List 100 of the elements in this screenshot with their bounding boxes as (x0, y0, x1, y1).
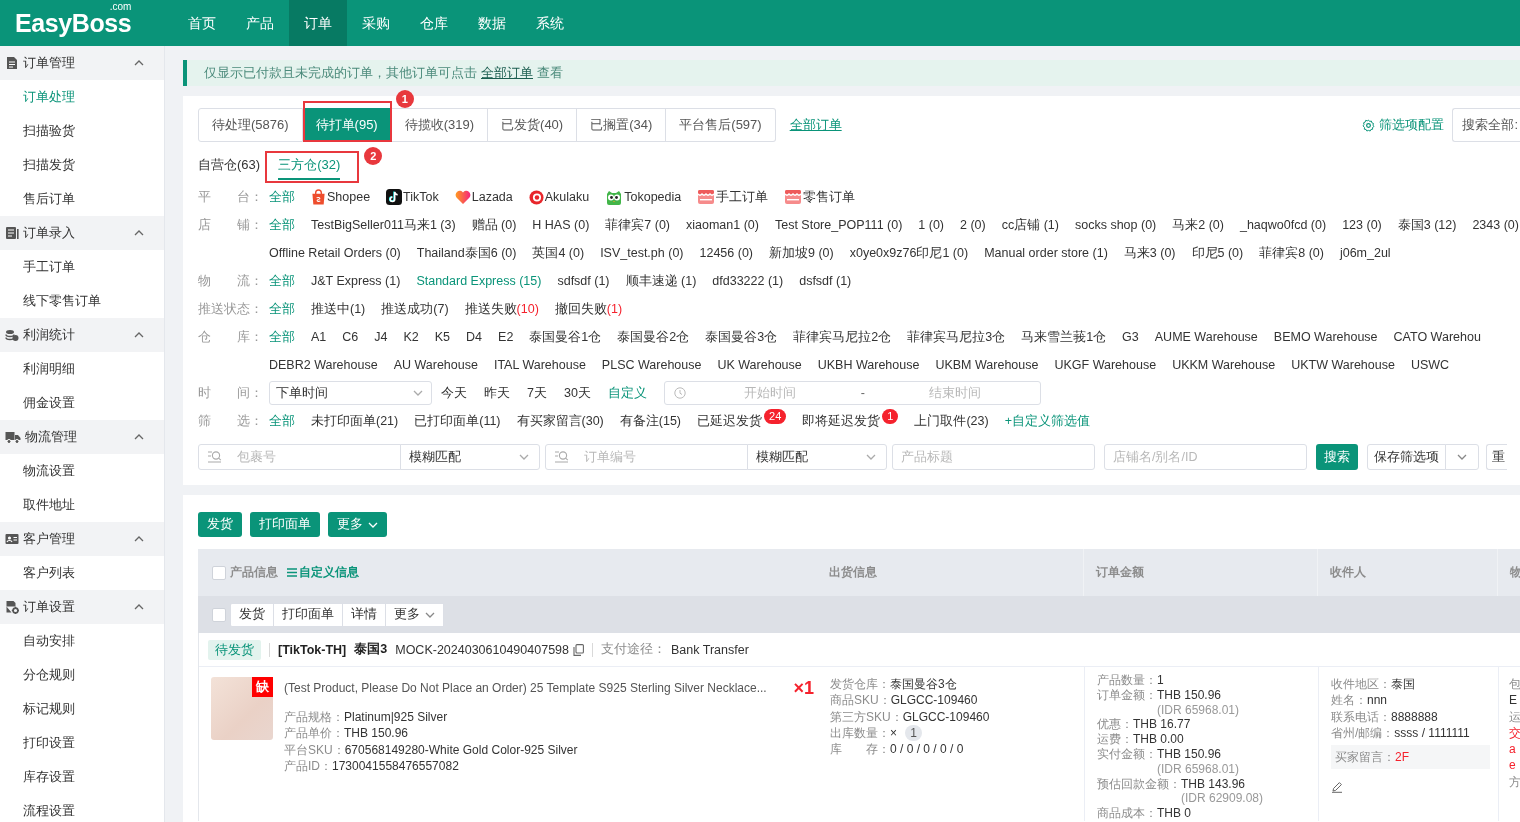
filter-option[interactable]: 12456 (0) (699, 239, 753, 267)
action-button[interactable]: 打印面单 (250, 512, 320, 537)
time-option[interactable]: 30天 (563, 379, 591, 407)
sidebar-item[interactable]: 流程设置 (0, 794, 164, 822)
filter-option[interactable]: 全部 (269, 407, 295, 435)
filter-option[interactable]: 有买家留言(30) (516, 407, 604, 435)
filter-option[interactable]: xiaoman1 (0) (686, 211, 759, 239)
sidebar-item[interactable]: 物流设置 (0, 454, 164, 488)
filter-option[interactable]: ISV_test.ph (0) (600, 239, 684, 267)
platform-option[interactable]: 零售订单 (784, 183, 856, 211)
all-orders-link[interactable]: 全部订单 (789, 116, 842, 134)
filter-option[interactable]: _haqwo0fcd (0) (1239, 211, 1327, 239)
nav-tab[interactable]: 订单 (289, 0, 347, 46)
sidebar-item[interactable]: 分仓规则 (0, 658, 164, 692)
filter-option[interactable]: 新加坡9 (0) (769, 239, 834, 267)
filter-option[interactable]: 马来2 (0) (1172, 211, 1224, 239)
filter-option[interactable]: USWC (1410, 351, 1450, 379)
match-mode-select[interactable]: 模糊匹配 (747, 444, 887, 470)
filter-option[interactable]: 上门取件(23) (914, 407, 989, 435)
filter-option[interactable]: cc店铺 (1) (1001, 211, 1059, 239)
filter-option[interactable]: A1 (311, 323, 327, 351)
filter-option[interactable]: 马来雪兰莪1仓 (1021, 323, 1107, 351)
filter-option[interactable]: 泰国曼谷2仓 (617, 323, 690, 351)
filter-option[interactable]: Standard Express (15) (416, 267, 542, 295)
filter-option[interactable]: PLSC Warehouse (601, 351, 702, 379)
filter-option[interactable]: UK Warehouse (717, 351, 802, 379)
filter-option[interactable]: UKKM Warehouse (1172, 351, 1276, 379)
sidebar-group-header[interactable]: 客户管理 (0, 522, 164, 556)
filter-option[interactable]: 全部 (269, 323, 295, 351)
sidebar-item[interactable]: 线下零售订单 (0, 284, 164, 318)
filter-option[interactable]: G3 (1122, 323, 1139, 351)
filter-option[interactable]: socks shop (0) (1075, 211, 1157, 239)
logo-text[interactable]: EasyBoss (15, 9, 132, 37)
filter-option[interactable]: 马来3 (0) (1123, 239, 1176, 267)
filter-option[interactable]: UKBH Warehouse (817, 351, 920, 379)
action-button[interactable]: 发货 (198, 512, 242, 537)
sidebar-group-header[interactable]: 利润统计 (0, 318, 164, 352)
sidebar-group-header[interactable]: 订单录入 (0, 216, 164, 250)
platform-option[interactable]: Shopee (311, 183, 371, 211)
filter-option[interactable]: DEBR2 Warehouse (269, 351, 378, 379)
sidebar-item[interactable]: 扫描发货 (0, 148, 164, 182)
platform-option[interactable]: TikTok (386, 183, 439, 211)
batch-button[interactable]: 详情 (342, 602, 386, 627)
filter-option[interactable]: 英国4 (0) (532, 239, 585, 267)
warehouse-tab[interactable]: 三方仓(32) (278, 152, 341, 180)
filter-option[interactable]: j06m_2ul (1339, 239, 1391, 267)
filter-option[interactable]: ITAL Warehouse (493, 351, 586, 379)
sidebar-item[interactable]: 订单处理 (0, 80, 164, 114)
nav-tab[interactable]: 数据 (463, 0, 521, 46)
filter-option[interactable]: 菲律宾8 (0) (1259, 239, 1324, 267)
batch-button[interactable]: 发货 (230, 602, 274, 627)
nav-tab[interactable]: 首页 (173, 0, 231, 46)
filter-option[interactable]: 未打印面单(21) (311, 407, 399, 435)
filter-option[interactable]: 泰国曼谷3仓 (705, 323, 778, 351)
select-checkbox[interactable] (212, 607, 226, 622)
sidebar-item[interactable]: 客户列表 (0, 556, 164, 590)
time-type-select[interactable]: 下单时间 (269, 381, 432, 405)
filter-option[interactable]: 顺丰速递 (1) (625, 267, 697, 295)
filter-option[interactable]: 印尼5 (0) (1191, 239, 1244, 267)
search-field[interactable]: 订单编号 (545, 444, 748, 470)
filter-option[interactable]: UKTW Warehouse (1291, 351, 1395, 379)
reset-button[interactable]: 重 (1486, 444, 1507, 470)
sidebar-item[interactable]: 库存设置 (0, 760, 164, 794)
filter-option[interactable]: Thailand泰国6 (0) (416, 239, 517, 267)
save-filter-button[interactable]: 保存筛选项 (1367, 444, 1446, 470)
date-range-picker[interactable]: 开始时间 - 结束时间 (663, 381, 1041, 405)
filter-option[interactable]: UKBM Warehouse (935, 351, 1039, 379)
status-tab[interactable]: 待处理(5876) (198, 108, 303, 142)
sidebar-item[interactable]: 佣金设置 (0, 386, 164, 420)
warehouse-tab[interactable]: 自营仓(63) (198, 152, 261, 180)
filter-option[interactable]: 即将延迟发货 1 (802, 407, 899, 435)
filter-option[interactable]: 1 (0) (918, 211, 945, 239)
pencil-icon[interactable] (1331, 781, 1343, 794)
filter-option[interactable]: 菲律宾马尼拉2仓 (793, 323, 892, 351)
filter-option[interactable]: dsfsdf (1) (799, 267, 852, 295)
search-field[interactable]: 店铺名/别名/ID (1104, 444, 1307, 470)
status-tab[interactable]: 已搁置(34) (577, 108, 667, 142)
sidebar-item[interactable]: 手工订单 (0, 250, 164, 284)
start-date-field[interactable]: 开始时间 (685, 383, 855, 403)
search-button[interactable]: 搜索 (1316, 444, 1358, 470)
filter-option[interactable]: 菲律宾马尼拉3仓 (907, 323, 1006, 351)
filter-option[interactable]: Offline Retail Orders (0) (269, 239, 401, 267)
end-date-field[interactable]: 结束时间 (870, 383, 1040, 403)
platform-option[interactable]: 全部 (269, 183, 295, 211)
filter-option[interactable]: D4 (466, 323, 483, 351)
custom-time-link[interactable]: 自定义 (607, 379, 647, 407)
filter-option[interactable]: 2 (0) (960, 211, 986, 239)
filter-option[interactable]: 2343 (0) (1472, 211, 1519, 239)
copy-icon[interactable] (573, 643, 584, 656)
batch-button[interactable]: 打印面单 (273, 602, 343, 627)
search-scope-select[interactable]: 搜索全部: (1452, 108, 1520, 142)
sidebar-item[interactable]: 利润明细 (0, 352, 164, 386)
status-option[interactable]: 推送中(1) (311, 295, 366, 323)
filter-config-link[interactable]: 筛选项配置 (1362, 116, 1445, 134)
add-custom-filter-link[interactable]: +自定义筛选值 (1004, 407, 1090, 435)
platform-option[interactable]: 手工订单 (697, 183, 769, 211)
all-orders-link[interactable]: 全部订单 (481, 65, 533, 80)
filter-option[interactable]: K2 (403, 323, 419, 351)
status-tab[interactable]: 待揽收(319) (391, 108, 489, 142)
status-option[interactable]: 全部 (269, 295, 295, 323)
